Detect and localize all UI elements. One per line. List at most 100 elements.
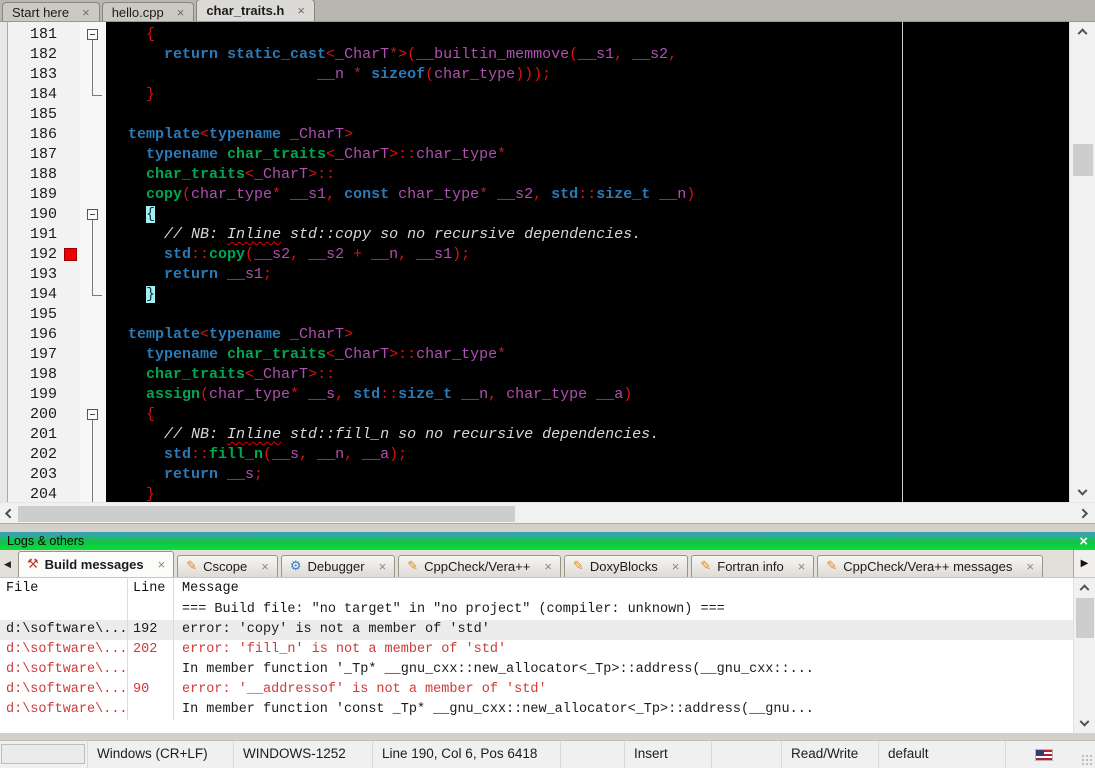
tab-close-icon[interactable]: × bbox=[297, 3, 305, 18]
tab-label: char_traits.h bbox=[206, 3, 285, 18]
tab-close-icon[interactable]: × bbox=[798, 559, 806, 574]
fold-cell[interactable] bbox=[80, 25, 106, 45]
fold-end-tick bbox=[92, 95, 102, 96]
editor-tab-start-here[interactable]: Start here × bbox=[2, 2, 100, 21]
tab-close-icon[interactable]: × bbox=[158, 557, 166, 572]
logs-scroll-down-button[interactable] bbox=[1074, 716, 1095, 733]
scroll-up-button[interactable] bbox=[1070, 22, 1095, 39]
code-line: std::copy(__s2, __s2 + __n, __s1); bbox=[110, 245, 1069, 265]
resize-grip[interactable] bbox=[1082, 755, 1092, 765]
tabs-scroll-left-icon[interactable]: ◀ bbox=[4, 559, 11, 570]
log-table-row[interactable]: d:\software\... 202 error: 'fill_n' is not… bbox=[0, 640, 1073, 660]
log-table-row[interactable]: d:\software\... In member function 'const… bbox=[0, 700, 1073, 720]
logs-scroll-up-button[interactable] bbox=[1074, 578, 1095, 595]
tabs-scroll-right-button[interactable]: ▶ bbox=[1073, 550, 1095, 577]
log-table-row[interactable]: d:\software\... 192 error: 'copy' is not a… bbox=[0, 620, 1073, 640]
scroll-down-button[interactable] bbox=[1070, 485, 1095, 502]
line-number-gutter: 181 182 183 184 185 186 187 188 189 190 191 192 193 1… bbox=[8, 22, 62, 502]
fold-line bbox=[92, 265, 93, 285]
code-token: __n bbox=[110, 66, 345, 83]
tab-close-icon[interactable]: × bbox=[82, 5, 90, 20]
tab-close-icon[interactable]: × bbox=[261, 559, 269, 574]
log-table-row[interactable]: d:\software\... 90 error: '__addressof' is… bbox=[0, 680, 1073, 700]
logs-caption-bar[interactable]: Logs & others × bbox=[0, 532, 1095, 550]
editor-tab-char-traits-h[interactable]: char_traits.h × bbox=[196, 0, 315, 21]
scroll-right-button[interactable] bbox=[1076, 503, 1093, 523]
fold-line bbox=[92, 485, 93, 502]
cell-line: 192 bbox=[128, 620, 174, 640]
code-line: } bbox=[110, 85, 1069, 105]
editor-vertical-scrollbar[interactable] bbox=[1069, 22, 1095, 502]
log-tab-cscope[interactable]: ✎ Cscope × bbox=[177, 555, 278, 577]
pencil-icon: ✎ bbox=[700, 559, 712, 574]
status-segment-flag bbox=[1006, 741, 1095, 768]
code-line: template<typename _CharT> bbox=[110, 125, 1069, 145]
tab-close-icon[interactable]: × bbox=[177, 5, 185, 20]
code-token: { bbox=[110, 406, 156, 423]
chevron-right-icon bbox=[1078, 508, 1089, 518]
status-segment-4 bbox=[561, 741, 625, 768]
code-token: ; bbox=[254, 466, 264, 483]
code-token: < bbox=[326, 146, 336, 163]
cell-line bbox=[128, 600, 174, 620]
code-token: char_type bbox=[434, 66, 516, 83]
code-token: } bbox=[110, 486, 156, 502]
tools-icon: ⚒ bbox=[27, 557, 39, 572]
marker-cell bbox=[62, 305, 80, 325]
cell-file: d:\software\... bbox=[0, 700, 128, 720]
log-tab-debugger[interactable]: ⚙ Debugger × bbox=[280, 555, 396, 577]
line-number: 189 bbox=[29, 186, 57, 203]
logs-close-icon[interactable]: × bbox=[1079, 534, 1088, 549]
panel-splitter[interactable] bbox=[0, 524, 1095, 532]
fold-cell[interactable] bbox=[80, 405, 106, 425]
fold-cell[interactable] bbox=[80, 205, 106, 225]
cell-message: error: 'copy' is not a member of 'std' bbox=[182, 622, 490, 637]
editor-horizontal-scrollbar[interactable] bbox=[0, 502, 1095, 524]
line-number: 185 bbox=[29, 106, 57, 123]
code-token: char_traits bbox=[110, 166, 246, 183]
log-tab-cppcheck-vera-[interactable]: ✎ CppCheck/Vera++ × bbox=[398, 555, 561, 577]
log-tab-fortran-info[interactable]: ✎ Fortran info × bbox=[691, 555, 815, 577]
tab-close-icon[interactable]: × bbox=[544, 559, 552, 574]
code-token: fill_n bbox=[209, 446, 264, 463]
fold-cell bbox=[80, 105, 106, 125]
line-number: 186 bbox=[29, 126, 57, 143]
fold-margin[interactable] bbox=[80, 22, 106, 502]
code-token: , bbox=[488, 386, 507, 403]
marker-cell bbox=[62, 265, 80, 285]
horizontal-scroll-thumb[interactable] bbox=[18, 506, 515, 522]
column-header-file[interactable]: File bbox=[0, 578, 128, 600]
code-editor[interactable]: 181 182 183 184 185 186 187 188 189 190 191 192 193 1… bbox=[0, 22, 1095, 502]
log-table-row[interactable]: === Build file: "no target" in "no proje… bbox=[0, 600, 1073, 620]
code-token: return bbox=[110, 266, 219, 283]
tab-close-icon[interactable]: × bbox=[1026, 559, 1034, 574]
code-token: , bbox=[326, 186, 345, 203]
column-header-message[interactable]: Message bbox=[174, 578, 1073, 600]
logs-scroll-thumb[interactable] bbox=[1076, 598, 1094, 638]
log-table-row[interactable]: d:\software\... In member function '_Tp* … bbox=[0, 660, 1073, 680]
code-line: // NB: Inline std::fill_n so no recursiv… bbox=[110, 425, 1069, 445]
column-header-line[interactable]: Line bbox=[128, 578, 174, 600]
line-number: 197 bbox=[29, 346, 57, 363]
code-token: typename bbox=[110, 146, 228, 163]
fold-collapse-icon[interactable] bbox=[87, 409, 98, 420]
logs-vertical-scrollbar[interactable] bbox=[1073, 578, 1095, 733]
log-tab-cppcheck-vera-messages[interactable]: ✎ CppCheck/Vera++ messages × bbox=[817, 555, 1043, 577]
marker-margin[interactable] bbox=[62, 22, 80, 502]
tab-label: Fortran info bbox=[717, 559, 784, 574]
scroll-left-button[interactable] bbox=[0, 503, 17, 523]
code-token: __s1 bbox=[290, 186, 327, 203]
log-tab-build-messages[interactable]: ⚒ Build messages × bbox=[18, 551, 175, 577]
code-token: assign bbox=[110, 386, 201, 403]
code-token: , bbox=[299, 446, 318, 463]
tab-close-icon[interactable]: × bbox=[672, 559, 680, 574]
fold-end-tick bbox=[92, 295, 102, 296]
log-tab-doxyblocks[interactable]: ✎ DoxyBlocks × bbox=[563, 555, 689, 577]
vertical-scroll-thumb[interactable] bbox=[1073, 144, 1093, 176]
code-text-area[interactable]: { return static_cast<_CharT*>(__builtin_… bbox=[106, 22, 1069, 502]
fold-collapse-icon[interactable] bbox=[87, 29, 98, 40]
tab-close-icon[interactable]: × bbox=[379, 559, 387, 574]
fold-collapse-icon[interactable] bbox=[87, 209, 98, 220]
editor-tab-hello-cpp[interactable]: hello.cpp × bbox=[101, 2, 195, 21]
